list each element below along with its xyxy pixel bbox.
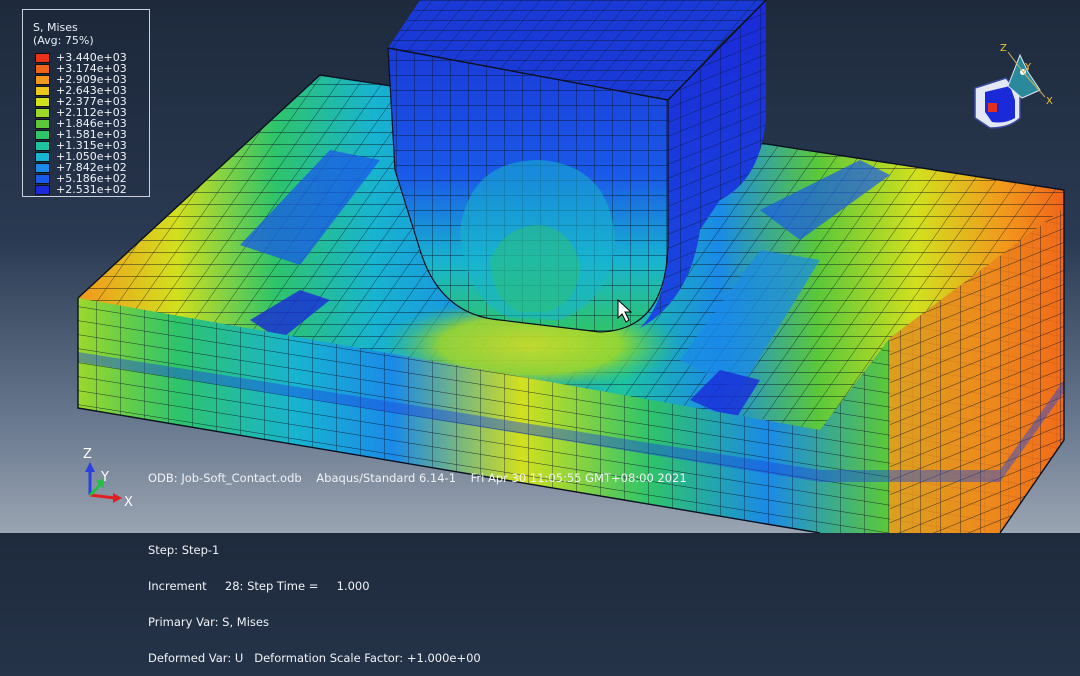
legend-swatch <box>35 185 50 195</box>
legend-swatch <box>35 141 50 151</box>
triad-x-label: X <box>124 495 133 510</box>
legend-swatch <box>35 97 50 107</box>
legend-swatch <box>35 174 50 184</box>
legend-swatch <box>35 75 50 85</box>
viewport-info-block: ODB: Job-Soft_Contact.odb Abaqus/Standar… <box>148 448 687 676</box>
legend-swatch <box>35 163 50 173</box>
view-cube-x-label: X <box>1046 96 1053 107</box>
triad-y-label: Y <box>100 470 109 485</box>
view-cube-z-label: Z <box>1000 43 1007 54</box>
info-deformed-var: Deformed Var: U Deformation Scale Factor… <box>148 651 481 665</box>
legend-title: S, Mises <box>33 21 78 34</box>
view-cube-y-label: Y <box>1024 62 1032 73</box>
axis-triad-icon: Z Y X <box>83 447 133 510</box>
legend-swatch <box>35 119 50 129</box>
legend-swatch <box>35 108 50 118</box>
info-increment: Increment 28: Step Time = 1.000 <box>148 579 370 593</box>
legend-value-label: +2.531e+02 <box>56 183 127 196</box>
legend-subtitle: (Avg: 75%) <box>33 34 94 47</box>
legend-swatch <box>35 64 50 74</box>
info-primary-var: Primary Var: S, Mises <box>148 615 269 629</box>
info-odb: ODB: Job-Soft_Contact.odb Abaqus/Standar… <box>148 471 687 485</box>
info-step: Step: Step-1 <box>148 543 220 557</box>
legend-swatch <box>35 53 50 63</box>
legend-swatch <box>35 86 50 96</box>
legend-swatch <box>35 130 50 140</box>
triad-z-label: Z <box>83 447 92 462</box>
view-cube-icon[interactable]: Z Y X <box>974 43 1053 129</box>
contour-legend: S, Mises (Avg: 75%) +3.440e+03 +3.174e+03… <box>22 9 150 197</box>
legend-swatch <box>35 152 50 162</box>
